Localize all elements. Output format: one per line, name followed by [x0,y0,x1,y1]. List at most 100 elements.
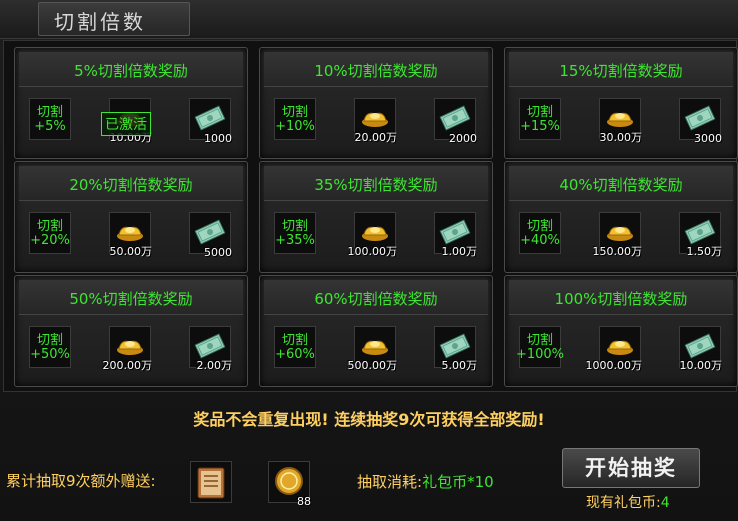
gold-qty: 1000.00万 [585,359,643,372]
reward-card: 100%切割倍数奖励切割 +100% 1000.00万 10.00万 [504,275,738,387]
balance-value: 4 [660,495,670,511]
banknote-reward-slot[interactable]: 10.00万 [679,326,722,372]
balance-label: 现有礼包币: [586,495,661,511]
title-bar: 切割倍数 [0,0,738,39]
banknote-reward-slot[interactable]: 1.00万 [434,212,477,258]
banknote-reward-slot[interactable]: 1000 [189,98,232,145]
card-header: 10%切割倍数奖励 [264,52,488,87]
card-title: 10%切割倍数奖励 [314,62,438,80]
banknote-qty: 1.00万 [441,245,478,258]
gold-qty: 20.00万 [354,131,398,144]
banknote-qty: 1000 [204,132,232,145]
cost-row: 抽取消耗:礼包币*10 [357,471,494,492]
reward-card: 50%切割倍数奖励切割 +50% 200.00万 2.00万 [14,275,248,387]
bonus-label: 累计抽取9次额外赠送: [6,472,156,490]
banknote-qty: 5.00万 [441,359,478,372]
cut-rate-value: +20% [30,233,70,248]
gold-qty: 150.00万 [592,245,643,258]
book-icon [197,467,225,499]
banknote-qty: 3000 [694,132,722,145]
cost-label: 抽取消耗: [357,473,423,491]
reward-card: 20%切割倍数奖励切割 +20% 50.00万 5000 [14,161,248,273]
card-title: 50%切割倍数奖励 [69,290,193,308]
gold-qty: 30.00万 [599,131,643,144]
bonus-coin-qty: 88 [297,495,311,508]
bonus-book-slot[interactable] [190,461,232,503]
balance-row: 现有礼包币:4 [586,492,670,512]
activated-badge: 已激活 [101,112,151,136]
banknote-reward-slot[interactable]: 5000 [189,212,232,259]
cut-rate-label: 切割 [36,219,63,234]
card-header: 60%切割倍数奖励 [264,280,488,315]
gold-qty: 50.00万 [109,245,153,258]
banknote-qty: 5000 [204,246,232,259]
reward-card: 40%切割倍数奖励切割 +40% 150.00万 1.50万 [504,161,738,273]
card-header: 50%切割倍数奖励 [19,280,243,315]
banknote-reward-slot[interactable]: 2000 [434,98,477,145]
cut-rate-slot[interactable]: 切割 +5% [29,98,71,140]
card-header: 100%切割倍数奖励 [509,280,733,315]
gold-reward-slot[interactable]: 100.00万 [348,212,397,258]
gold-qty: 500.00万 [347,359,398,372]
banknote-qty: 2.00万 [196,359,233,372]
cut-rate-value: +5% [34,119,66,134]
card-title: 35%切割倍数奖励 [314,176,438,194]
cut-rate-label: 切割 [281,333,308,348]
cut-rate-label: 切割 [281,219,308,234]
cut-rate-value: +100% [515,347,565,362]
banknote-reward-slot[interactable]: 2.00万 [189,326,232,372]
card-title: 20%切割倍数奖励 [69,176,193,194]
gold-reward-slot[interactable]: 1000.00万 [586,326,642,372]
cost-value: 礼包币*10 [422,473,494,491]
reward-card: 5%切割倍数奖励 切割 +5% 10.00万 1000 已激活 [14,47,248,159]
banknote-qty: 1.50万 [686,245,723,258]
banknote-reward-slot[interactable]: 1.50万 [679,212,722,258]
card-header: 5%切割倍数奖励 [19,52,243,87]
reward-card: 15%切割倍数奖励切割 +15% 30.00万 3000 [504,47,738,159]
gold-reward-slot[interactable]: 500.00万 [348,326,397,372]
reward-grid: 5%切割倍数奖励 切割 +5% 10.00万 1000 已激活 10%切割倍数奖励 切割 +10… [3,40,738,392]
reward-card: 35%切割倍数奖励切割 +35% 100.00万 1.00万 [259,161,493,273]
cut-rate-value: +60% [275,347,315,362]
banknote-reward-slot[interactable]: 3000 [679,98,722,145]
gold-reward-slot[interactable]: 150.00万 [593,212,642,258]
banknote-reward-slot[interactable]: 5.00万 [434,326,477,372]
bonus-coin-slot[interactable]: 88 [268,461,311,508]
card-header: 35%切割倍数奖励 [264,166,488,201]
cut-rate-label: 切割 [36,333,63,348]
banknote-qty: 2000 [449,132,477,145]
notice-text: 奖品不会重复出现! 连续抽奖9次可获得全部奖励! [193,410,545,429]
cut-rate-slot[interactable]: 切割 +50% [29,326,71,368]
cut-rate-label: 切割 [281,105,308,120]
card-header: 40%切割倍数奖励 [509,166,733,201]
start-draw-button[interactable]: 开始抽奖 [562,448,700,488]
card-title: 100%切割倍数奖励 [554,290,688,308]
cut-rate-slot[interactable]: 切割 +20% [29,212,71,254]
cut-rate-slot[interactable]: 切割 +35% [274,212,316,254]
gold-qty: 200.00万 [102,359,153,372]
card-title: 15%切割倍数奖励 [559,62,683,80]
cut-rate-slot[interactable]: 切割 +100% [516,326,564,368]
cut-rate-label: 切割 [36,105,63,120]
card-header: 20%切割倍数奖励 [19,166,243,201]
gold-reward-slot[interactable]: 20.00万 [354,98,397,144]
gold-qty: 100.00万 [347,245,398,258]
cut-rate-slot[interactable]: 切割 +40% [519,212,561,254]
cut-rate-slot[interactable]: 切割 +15% [519,98,561,140]
card-title: 60%切割倍数奖励 [314,290,438,308]
bottom-bar: 累计抽取9次额外赠送: 88 抽取消耗:礼包币*10 开始抽奖 现有礼包币:4 [0,440,738,521]
card-title: 5%切割倍数奖励 [74,62,188,80]
cut-rate-value: +15% [520,119,560,134]
gold-reward-slot[interactable]: 50.00万 [109,212,152,258]
card-title: 40%切割倍数奖励 [559,176,683,194]
lottery-window: 切割倍数 5%切割倍数奖励 切割 +5% 10.00万 1000 已激活 10%切割倍数奖励… [0,0,738,521]
gold-reward-slot[interactable]: 30.00万 [599,98,642,144]
cut-rate-label: 切割 [526,333,553,348]
cut-rate-slot[interactable]: 切割 +60% [274,326,316,368]
gold-reward-slot[interactable]: 200.00万 [103,326,152,372]
window-title: 切割倍数 [54,10,146,34]
cut-rate-value: +10% [275,119,315,134]
cut-rate-value: +50% [30,347,70,362]
reward-card: 10%切割倍数奖励切割 +10% 20.00万 2000 [259,47,493,159]
cut-rate-slot[interactable]: 切割 +10% [274,98,316,140]
